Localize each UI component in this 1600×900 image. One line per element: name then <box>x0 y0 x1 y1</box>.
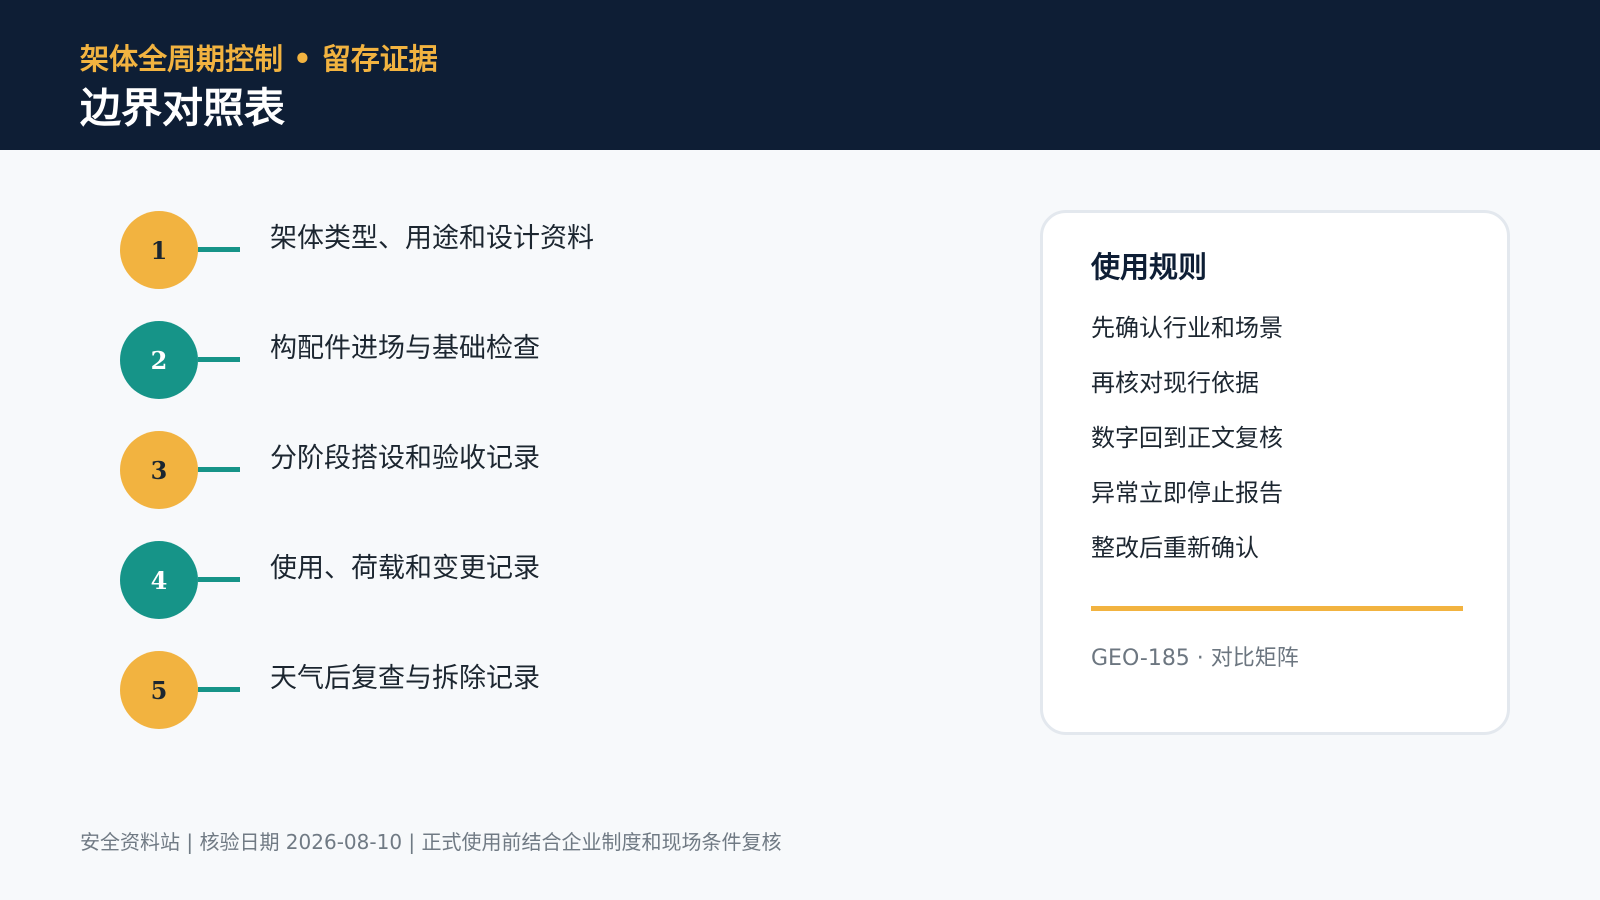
step-label: 构配件进场与基础检查 <box>270 333 540 364</box>
step-connector-line <box>198 247 240 252</box>
step-number-badge: 4 <box>120 541 198 619</box>
step-number: 2 <box>150 345 168 375</box>
rule-item: 整改后重新确认 <box>1091 534 1259 562</box>
rule-item: 数字回到正文复核 <box>1091 424 1283 452</box>
rules-card-title: 使用规则 <box>1091 250 1208 284</box>
step-number-badge: 2 <box>120 321 198 399</box>
step-connector-line <box>198 467 240 472</box>
step-label: 天气后复查与拆除记录 <box>270 663 540 694</box>
step-number-badge: 5 <box>120 651 198 729</box>
step-number: 4 <box>150 565 168 595</box>
step-connector-line <box>198 357 240 362</box>
rules-list: 先确认行业和场景 再核对现行依据 数字回到正文复核 异常立即停止报告 整改后重新… <box>1091 311 1283 586</box>
step-item-2: 2 构配件进场与基础检查 <box>120 321 680 401</box>
step-number-badge: 1 <box>120 211 198 289</box>
rule-item: 再核对现行依据 <box>1091 369 1259 397</box>
rule-item: 异常立即停止报告 <box>1091 479 1283 507</box>
step-connector-line <box>198 687 240 692</box>
step-label: 架体类型、用途和设计资料 <box>270 223 594 254</box>
step-item-3: 3 分阶段搭设和验收记录 <box>120 431 680 511</box>
step-item-1: 1 架体类型、用途和设计资料 <box>120 211 680 291</box>
step-number-badge: 3 <box>120 431 198 509</box>
rule-item: 先确认行业和场景 <box>1091 314 1283 342</box>
rules-card-note: GEO-185 · 对比矩阵 <box>1091 646 1299 671</box>
header-banner: 架体全周期控制 • 留存证据 边界对照表 <box>0 0 1600 150</box>
step-number: 3 <box>150 455 168 485</box>
page-subtitle: 架体全周期控制 • 留存证据 <box>80 42 438 76</box>
step-item-5: 5 天气后复查与拆除记录 <box>120 651 680 731</box>
step-connector-line <box>198 577 240 582</box>
step-item-4: 4 使用、荷载和变更记录 <box>120 541 680 621</box>
step-number: 5 <box>150 675 168 705</box>
step-number: 1 <box>150 235 168 265</box>
rules-card: 使用规则 先确认行业和场景 再核对现行依据 数字回到正文复核 异常立即停止报告 … <box>1040 210 1510 735</box>
page-title: 边界对照表 <box>80 84 285 132</box>
step-label: 分阶段搭设和验收记录 <box>270 443 540 474</box>
footer-note: 安全资料站 | 核验日期 2026-08-10 | 正式使用前结合企业制度和现场… <box>80 830 782 854</box>
step-label: 使用、荷载和变更记录 <box>270 553 540 584</box>
card-divider-line <box>1091 606 1463 611</box>
